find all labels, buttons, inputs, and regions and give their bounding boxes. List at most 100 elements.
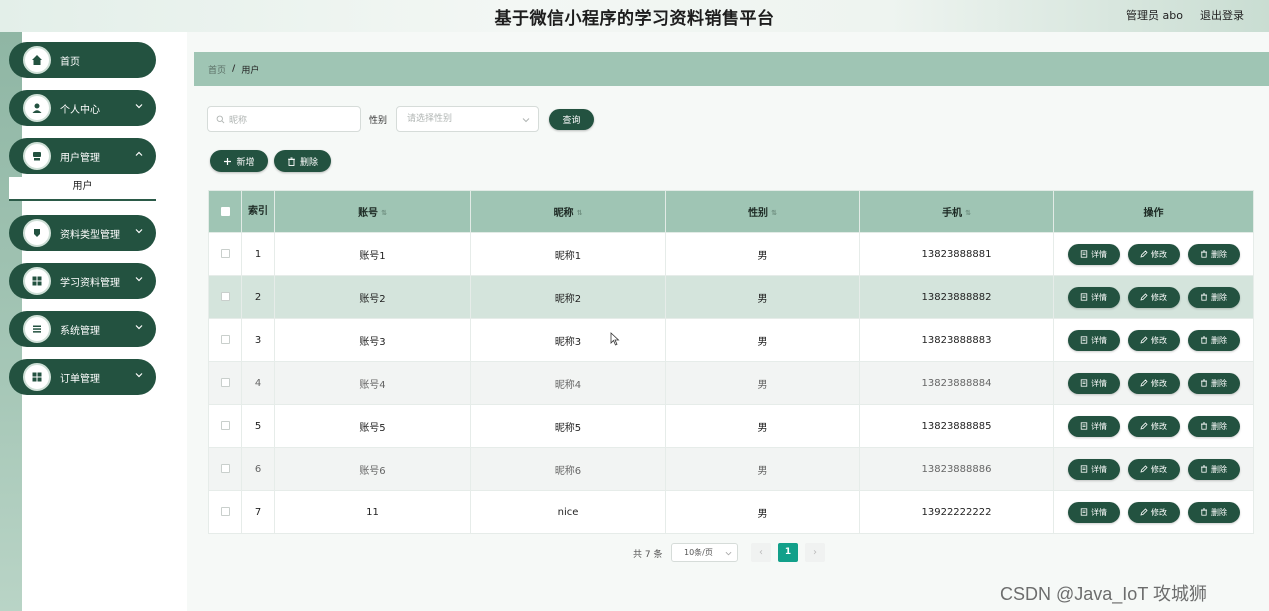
sidebar-item-user-management[interactable]: 用户管理 bbox=[9, 138, 156, 174]
sidebar-item-label: 学习资料管理 bbox=[60, 277, 120, 289]
breadcrumb: 首页 / 用户 bbox=[194, 52, 1269, 86]
edit-button[interactable]: 修改 bbox=[1127, 372, 1180, 394]
header-phone[interactable]: 手机 ⇅ bbox=[859, 190, 1054, 233]
cell-nickname: 昵称5 bbox=[470, 404, 666, 448]
sidebar-item-label: 资料类型管理 bbox=[60, 229, 120, 241]
row-checkbox[interactable] bbox=[220, 249, 230, 258]
delete-button[interactable]: 删除 bbox=[1187, 415, 1240, 437]
trash-icon bbox=[1201, 508, 1207, 516]
cell-index: 5 bbox=[241, 404, 275, 448]
delete-button[interactable]: 删除 bbox=[1187, 501, 1240, 523]
detail-button[interactable]: 详情 bbox=[1067, 372, 1120, 394]
grid-icon bbox=[23, 267, 51, 295]
delete-button[interactable]: 删除 bbox=[1187, 458, 1240, 480]
header-gender[interactable]: 性别 ⇅ bbox=[665, 190, 860, 233]
edit-button[interactable]: 修改 bbox=[1127, 458, 1180, 480]
trash-icon bbox=[1201, 422, 1207, 430]
row-checkbox[interactable] bbox=[220, 507, 230, 516]
sidebar-item-label: 系统管理 bbox=[60, 325, 100, 337]
cell-ops: 详情 修改 删除 bbox=[1053, 275, 1254, 319]
table-row: 3 账号3 昵称3 男 13823888883 详情 修改 删除 bbox=[208, 318, 1254, 362]
query-button[interactable]: 查询 bbox=[549, 109, 594, 130]
sidebar-item-system-management[interactable]: 系统管理 bbox=[9, 311, 156, 347]
detail-label: 详情 bbox=[1091, 335, 1107, 345]
person-icon bbox=[23, 94, 51, 122]
detail-button[interactable]: 详情 bbox=[1067, 415, 1120, 437]
cell-index: 7 bbox=[241, 490, 275, 534]
cell-gender: 男 bbox=[665, 275, 860, 319]
cell-nickname: nice bbox=[470, 490, 666, 534]
edit-button[interactable]: 修改 bbox=[1127, 501, 1180, 523]
document-icon bbox=[1080, 379, 1088, 387]
edit-button[interactable]: 修改 bbox=[1127, 329, 1180, 351]
table-row: 7 11 nice 男 13922222222 详情 修改 删除 bbox=[208, 490, 1254, 534]
edit-button[interactable]: 修改 bbox=[1127, 415, 1180, 437]
page-size-select[interactable]: 10条/页 bbox=[671, 543, 738, 562]
query-button-label: 查询 bbox=[562, 116, 581, 126]
trash-icon bbox=[1201, 465, 1207, 473]
sidebar-item-material-management[interactable]: 学习资料管理 bbox=[9, 263, 156, 299]
batch-delete-button[interactable]: 删除 bbox=[274, 150, 331, 172]
delete-button[interactable]: 删除 bbox=[1187, 286, 1240, 308]
sidebar-item-label: 首页 bbox=[60, 56, 80, 68]
detail-button[interactable]: 详情 bbox=[1067, 286, 1120, 308]
table-header-row: 索引 账号 ⇅ 昵称 ⇅ 性别 ⇅ 手机 ⇅ 操作 bbox=[208, 190, 1254, 233]
sidebar-item-order-management[interactable]: 订单管理 bbox=[9, 359, 156, 395]
home-icon bbox=[23, 46, 51, 74]
trash-icon bbox=[1201, 250, 1207, 258]
add-button[interactable]: 新增 bbox=[210, 150, 268, 172]
table-row: 1 账号1 昵称1 男 13823888881 详情 修改 删除 bbox=[208, 232, 1254, 276]
sidebar-item-category-management[interactable]: 资料类型管理 bbox=[9, 215, 156, 251]
delete-button[interactable]: 删除 bbox=[1187, 372, 1240, 394]
sort-icon: ⇅ bbox=[771, 209, 777, 217]
nickname-search-input[interactable]: 昵称 bbox=[207, 106, 361, 132]
pagination-total: 共 7 条 bbox=[633, 550, 663, 560]
sort-icon: ⇅ bbox=[381, 209, 387, 217]
trash-icon bbox=[1201, 336, 1207, 344]
cell-account: 账号1 bbox=[274, 232, 471, 276]
edit-button[interactable]: 修改 bbox=[1127, 243, 1180, 265]
detail-button[interactable]: 详情 bbox=[1067, 243, 1120, 265]
delete-button[interactable]: 删除 bbox=[1187, 329, 1240, 351]
breadcrumb-home[interactable]: 首页 bbox=[208, 63, 226, 76]
pencil-icon bbox=[1140, 336, 1148, 344]
grid-icon bbox=[23, 363, 51, 391]
header-account[interactable]: 账号 ⇅ bbox=[274, 190, 471, 233]
page-size-value: 10条/页 bbox=[684, 548, 713, 557]
submenu-item-users[interactable]: 用户 bbox=[9, 177, 156, 201]
document-icon bbox=[1080, 250, 1088, 258]
sidebar-item-personal-center[interactable]: 个人中心 bbox=[9, 90, 156, 126]
cell-nickname: 昵称4 bbox=[470, 361, 666, 405]
row-checkbox[interactable] bbox=[220, 421, 230, 430]
delete-button[interactable]: 删除 bbox=[1187, 243, 1240, 265]
logout-link[interactable]: 退出登录 bbox=[1200, 7, 1244, 23]
gender-select[interactable]: 请选择性别 bbox=[396, 106, 539, 132]
pencil-icon bbox=[1140, 465, 1148, 473]
select-all-checkbox[interactable] bbox=[220, 206, 230, 216]
chevron-down-icon bbox=[135, 373, 143, 378]
header-nickname[interactable]: 昵称 ⇅ bbox=[470, 190, 666, 233]
row-checkbox[interactable] bbox=[220, 464, 230, 473]
row-checkbox[interactable] bbox=[220, 378, 230, 387]
detail-button[interactable]: 详情 bbox=[1067, 458, 1120, 480]
edit-button[interactable]: 修改 bbox=[1127, 286, 1180, 308]
detail-button[interactable]: 详情 bbox=[1067, 329, 1120, 351]
row-checkbox[interactable] bbox=[220, 292, 230, 301]
cell-ops: 详情 修改 删除 bbox=[1053, 404, 1254, 448]
chevron-down-icon bbox=[135, 325, 143, 330]
detail-button[interactable]: 详情 bbox=[1067, 501, 1120, 523]
select-all-cell bbox=[208, 190, 242, 233]
prev-page-button[interactable]: ‹ bbox=[751, 543, 771, 562]
cell-nickname: 昵称6 bbox=[470, 447, 666, 491]
sidebar-item-home[interactable]: 首页 bbox=[9, 42, 156, 78]
cell-ops: 详情 修改 删除 bbox=[1053, 447, 1254, 491]
trash-icon bbox=[1201, 293, 1207, 301]
cell-ops: 详情 修改 删除 bbox=[1053, 361, 1254, 405]
detail-label: 详情 bbox=[1091, 378, 1107, 388]
category-icon bbox=[23, 219, 51, 247]
chevron-down-icon bbox=[135, 229, 143, 234]
header-gender-label: 性别 bbox=[748, 208, 769, 219]
next-page-button[interactable]: › bbox=[805, 543, 825, 562]
page-number-current[interactable]: 1 bbox=[778, 543, 798, 562]
row-checkbox[interactable] bbox=[220, 335, 230, 344]
